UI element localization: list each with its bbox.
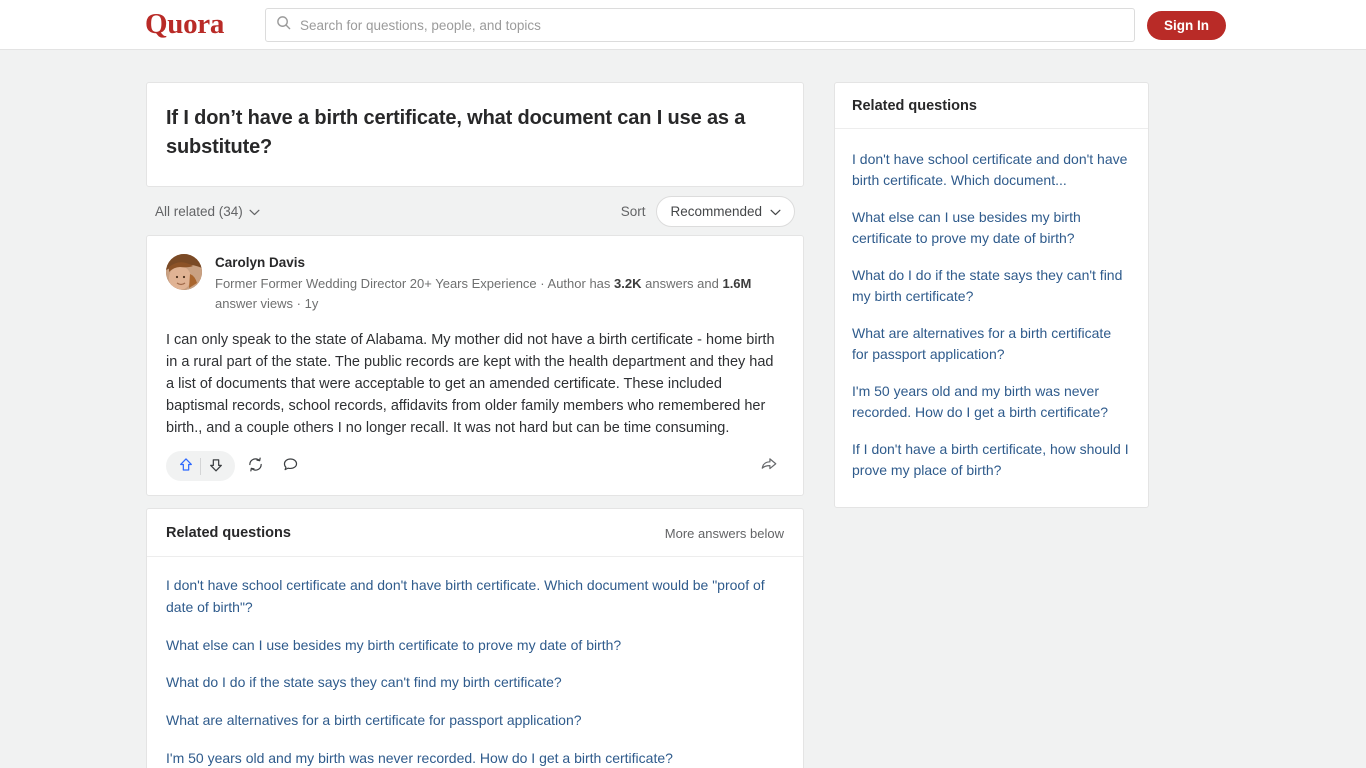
comment-icon [282, 456, 299, 476]
downvote-button[interactable] [201, 452, 230, 481]
sort-select[interactable]: Recommended [656, 195, 795, 227]
credential-text: Former Former Wedding Director 20+ Years… [215, 275, 537, 291]
vote-pill [166, 451, 235, 482]
search-input[interactable] [300, 17, 1124, 33]
upvote-icon [178, 457, 194, 476]
site-header: Quora Sign In [0, 0, 1366, 50]
filter-bar: All related (34) Sort Recommended [146, 187, 804, 235]
main-column: If I don’t have a birth certificate, wha… [146, 82, 804, 768]
share-icon [760, 456, 778, 477]
more-answers-below-link[interactable]: More answers below [665, 526, 784, 541]
list-item[interactable]: What are alternatives for a birth certif… [166, 702, 784, 740]
question-card: If I don’t have a birth certificate, wha… [146, 82, 804, 188]
list-item[interactable]: What do I do if the state says they can'… [166, 664, 784, 702]
sidebar-item-1[interactable]: What else can I use besides my birth cer… [852, 199, 1131, 257]
all-related-label: All related (34) [155, 203, 243, 219]
sort-label: Sort [620, 203, 646, 219]
search-icon [276, 15, 291, 35]
author-name[interactable]: Carolyn Davis [215, 253, 784, 273]
sort-value: Recommended [670, 203, 762, 219]
views-count: 1.6M [722, 275, 752, 291]
dot-separator: · [540, 275, 545, 291]
avatar[interactable] [166, 254, 202, 291]
repost-button[interactable] [240, 451, 270, 481]
dot-separator-2: · [296, 296, 301, 312]
sidebar-item-2[interactable]: What do I do if the state says they can'… [852, 257, 1131, 315]
chevron-down-icon [770, 204, 781, 219]
downvote-icon [208, 457, 224, 476]
upvote-button[interactable] [171, 452, 200, 481]
comment-button[interactable] [275, 451, 305, 481]
related-questions-title: Related questions [166, 525, 291, 542]
list-item[interactable]: I don't have school certificate and don'… [166, 571, 784, 626]
sidebar-title: Related questions [852, 98, 977, 114]
sidebar-related-questions-card: Related questions I don't have school ce… [834, 82, 1149, 508]
answers-count: 3.2K [614, 275, 642, 291]
sort-controls: Sort Recommended [620, 195, 795, 227]
answer-actions [166, 445, 784, 487]
answer-card: Carolyn Davis Former Former Wedding Dire… [146, 235, 804, 497]
list-item[interactable]: What else can I use besides my birth cer… [166, 627, 784, 665]
actions-left-group [166, 451, 305, 482]
author-has-label: Author has [547, 275, 611, 291]
sidebar-item-3[interactable]: What are alternatives for a birth certif… [852, 315, 1131, 373]
sign-in-button[interactable]: Sign In [1147, 11, 1226, 40]
sidebar: Related questions I don't have school ce… [834, 82, 1149, 508]
answers-word: answers and [645, 275, 719, 291]
sidebar-item-0[interactable]: I don't have school certificate and don'… [852, 141, 1131, 199]
page-title: If I don’t have a birth certificate, wha… [166, 107, 746, 159]
all-related-dropdown[interactable]: All related (34) [155, 204, 260, 219]
sidebar-list: I don't have school certificate and don'… [835, 129, 1148, 507]
views-word: answer views [215, 296, 294, 312]
answer-time: 1y [304, 296, 319, 312]
search-bar[interactable] [265, 8, 1135, 42]
author-credential: Former Former Wedding Director 20+ Years… [215, 274, 784, 315]
sidebar-header: Related questions [835, 83, 1148, 129]
related-questions-list: I don't have school certificate and don'… [147, 557, 803, 768]
related-questions-header: Related questions More answers below [147, 509, 803, 558]
sidebar-item-5[interactable]: If I don't have a birth certificate, how… [852, 431, 1131, 489]
page-body: If I don’t have a birth certificate, wha… [0, 50, 1366, 768]
quora-logo[interactable]: Quora [145, 10, 224, 39]
share-button[interactable] [754, 451, 784, 481]
list-item[interactable]: I'm 50 years old and my birth was never … [166, 740, 784, 768]
author-row: Carolyn Davis Former Former Wedding Dire… [166, 252, 784, 315]
author-meta: Carolyn Davis Former Former Wedding Dire… [215, 252, 784, 315]
related-questions-card: Related questions More answers below I d… [146, 508, 804, 768]
sidebar-item-4[interactable]: I'm 50 years old and my birth was never … [852, 373, 1131, 431]
chevron-down-icon [249, 204, 260, 219]
answer-body: I can only speak to the state of Alabama… [166, 332, 775, 437]
repost-icon [247, 456, 264, 476]
